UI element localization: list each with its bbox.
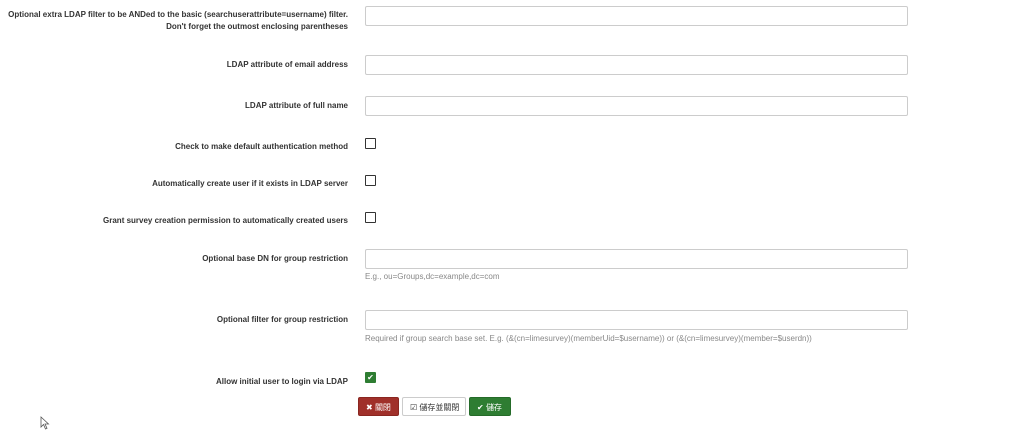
save-button[interactable]: ✔ 儲存: [469, 397, 511, 416]
allow-initial-label: Allow initial user to login via LDAP: [215, 377, 348, 386]
close-button[interactable]: ✖ 關閉: [358, 397, 399, 416]
checkbox-icon: ☑: [410, 403, 418, 412]
mouse-cursor-icon: [40, 416, 50, 430]
email-attr-label: LDAP attribute of email address: [226, 60, 348, 69]
email-attr-input[interactable]: [365, 55, 908, 75]
fullname-attr-label: LDAP attribute of full name: [245, 101, 348, 110]
close-button-label: 關閉: [374, 403, 391, 412]
default-auth-label: Check to make default authentication met…: [175, 142, 348, 151]
default-auth-checkbox[interactable]: [365, 138, 376, 149]
extra-filter-label: Optional extra LDAP filter to be ANDed t…: [8, 9, 348, 33]
group-base-dn-help: E.g., ou=Groups,dc=example,dc=com: [365, 272, 500, 281]
save-and-close-button[interactable]: ☑ 儲存並關閉: [402, 397, 466, 416]
save-button-label: 儲存: [485, 403, 502, 412]
fullname-attr-input[interactable]: [365, 96, 908, 116]
extra-filter-label-line2: Don't forget the outmost enclosing paren…: [166, 22, 348, 31]
grant-survey-checkbox[interactable]: [365, 212, 376, 223]
group-base-dn-input[interactable]: [365, 249, 908, 269]
group-base-dn-label: Optional base DN for group restriction: [202, 254, 348, 263]
extra-filter-input[interactable]: [365, 6, 908, 26]
group-filter-label: Optional filter for group restriction: [216, 315, 348, 324]
grant-survey-label: Grant survey creation permission to auto…: [103, 216, 348, 225]
extra-filter-label-line1: Optional extra LDAP filter to be ANDed t…: [8, 10, 348, 19]
group-filter-help: Required if group search base set. E.g. …: [365, 334, 812, 343]
check-icon: ✔: [367, 373, 374, 382]
group-filter-input[interactable]: [365, 310, 908, 330]
save-and-close-button-label: 儲存並關閉: [419, 403, 460, 412]
allow-initial-checkbox[interactable]: ✔: [365, 372, 376, 383]
close-icon: ✖: [366, 403, 373, 412]
check-icon: ✔: [477, 403, 484, 412]
auto-create-checkbox[interactable]: [365, 175, 376, 186]
auto-create-label: Automatically create user if it exists i…: [152, 179, 348, 188]
